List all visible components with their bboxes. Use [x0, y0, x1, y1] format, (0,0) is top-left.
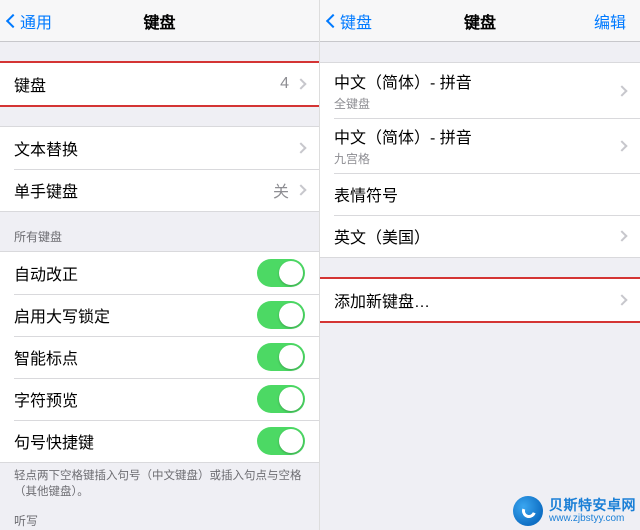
row-label: 字符预览 — [14, 387, 257, 411]
section-header-dictation: 听写 — [0, 504, 319, 530]
row-keyboard-item[interactable]: 中文（简体）- 拼音 全键盘 — [320, 63, 640, 118]
back-to-general[interactable]: 通用 — [2, 0, 58, 42]
screen-keyboard-list: 键盘 键盘 编辑 中文（简体）- 拼音 全键盘 中文（简体）- 拼音 九宫格 — [320, 0, 640, 530]
keyboard-title: 中文（简体）- 拼音 — [334, 69, 618, 93]
keyboard-subtitle: 全键盘 — [334, 95, 618, 112]
row-label: 添加新键盘… — [334, 288, 618, 312]
watermark-logo-icon — [513, 496, 543, 526]
group-toggles: 自动改正 启用大写锁定 智能标点 字符预览 句号快捷键 — [0, 251, 319, 463]
period-shortcut-note: 轻点两下空格键插入句号（中文键盘）或插入句点与空格（其他键盘）。 — [0, 463, 319, 504]
toggle-period-shortcut[interactable] — [257, 427, 305, 455]
row-smart-punctuation: 智能标点 — [0, 336, 319, 378]
navbar: 键盘 键盘 编辑 — [320, 0, 640, 42]
chevron-left-icon — [6, 14, 20, 28]
keyboards-count: 4 — [280, 75, 289, 93]
row-caps-lock: 启用大写锁定 — [0, 294, 319, 336]
group-add-keyboard: 添加新键盘… — [320, 278, 640, 322]
row-auto-correct: 自动改正 — [0, 252, 319, 294]
row-character-preview: 字符预览 — [0, 378, 319, 420]
row-label: 启用大写锁定 — [14, 303, 257, 327]
back-to-keyboard[interactable]: 键盘 — [322, 0, 378, 42]
chevron-right-icon — [295, 142, 306, 153]
page-title: 键盘 — [143, 9, 175, 33]
row-label: 自动改正 — [14, 261, 257, 285]
toggle-smart-punctuation[interactable] — [257, 343, 305, 371]
watermark-url: www.zjbstyy.com — [549, 514, 636, 524]
row-one-handed-keyboard[interactable]: 单手键盘 关 — [0, 169, 319, 211]
back-label: 键盘 — [340, 9, 372, 33]
section-header-all-keyboards: 所有键盘 — [0, 212, 319, 251]
chevron-right-icon — [616, 85, 627, 96]
keyboard-subtitle: 九宫格 — [334, 150, 618, 167]
watermark-name: 贝斯特安卓网 — [549, 498, 636, 512]
screen-keyboard-settings: 通用 键盘 键盘 4 文本替换 单手键盘 关 所有键盘 — [0, 0, 320, 530]
edit-button[interactable]: 编辑 — [588, 0, 632, 42]
group-keyboards: 键盘 4 — [0, 62, 319, 106]
group-keyboard-list: 中文（简体）- 拼音 全键盘 中文（简体）- 拼音 九宫格 表情符号 英文（美国… — [320, 62, 640, 258]
back-label: 通用 — [20, 9, 52, 33]
row-keyboards[interactable]: 键盘 4 — [0, 63, 319, 105]
chevron-right-icon — [295, 184, 306, 195]
row-label: 句号快捷键 — [14, 429, 257, 453]
toggle-character-preview[interactable] — [257, 385, 305, 413]
row-keyboard-item[interactable]: 中文（简体）- 拼音 九宫格 — [320, 118, 640, 173]
row-keyboard-item[interactable]: 表情符号 — [320, 173, 640, 215]
toggle-caps-lock[interactable] — [257, 301, 305, 329]
chevron-right-icon — [295, 78, 306, 89]
row-label: 键盘 — [14, 72, 280, 96]
row-keyboard-item[interactable]: 英文（美国） — [320, 215, 640, 257]
row-label: 智能标点 — [14, 345, 257, 369]
page-title: 键盘 — [464, 9, 496, 33]
keyboard-title: 英文（美国） — [334, 224, 618, 248]
row-period-shortcut: 句号快捷键 — [0, 420, 319, 462]
one-handed-value: 关 — [273, 178, 289, 202]
row-label: 文本替换 — [14, 136, 297, 160]
watermark: 贝斯特安卓网 www.zjbstyy.com — [513, 496, 636, 526]
chevron-left-icon — [326, 14, 340, 28]
group-text: 文本替换 单手键盘 关 — [0, 126, 319, 212]
chevron-right-icon — [616, 294, 627, 305]
row-label: 单手键盘 — [14, 178, 273, 202]
chevron-right-icon — [616, 230, 627, 241]
keyboard-title: 中文（简体）- 拼音 — [334, 124, 618, 148]
chevron-right-icon — [616, 140, 627, 151]
navbar: 通用 键盘 — [0, 0, 319, 42]
row-add-new-keyboard[interactable]: 添加新键盘… — [320, 279, 640, 321]
keyboard-title: 表情符号 — [334, 182, 626, 206]
row-text-replacement[interactable]: 文本替换 — [0, 127, 319, 169]
toggle-auto-correct[interactable] — [257, 259, 305, 287]
